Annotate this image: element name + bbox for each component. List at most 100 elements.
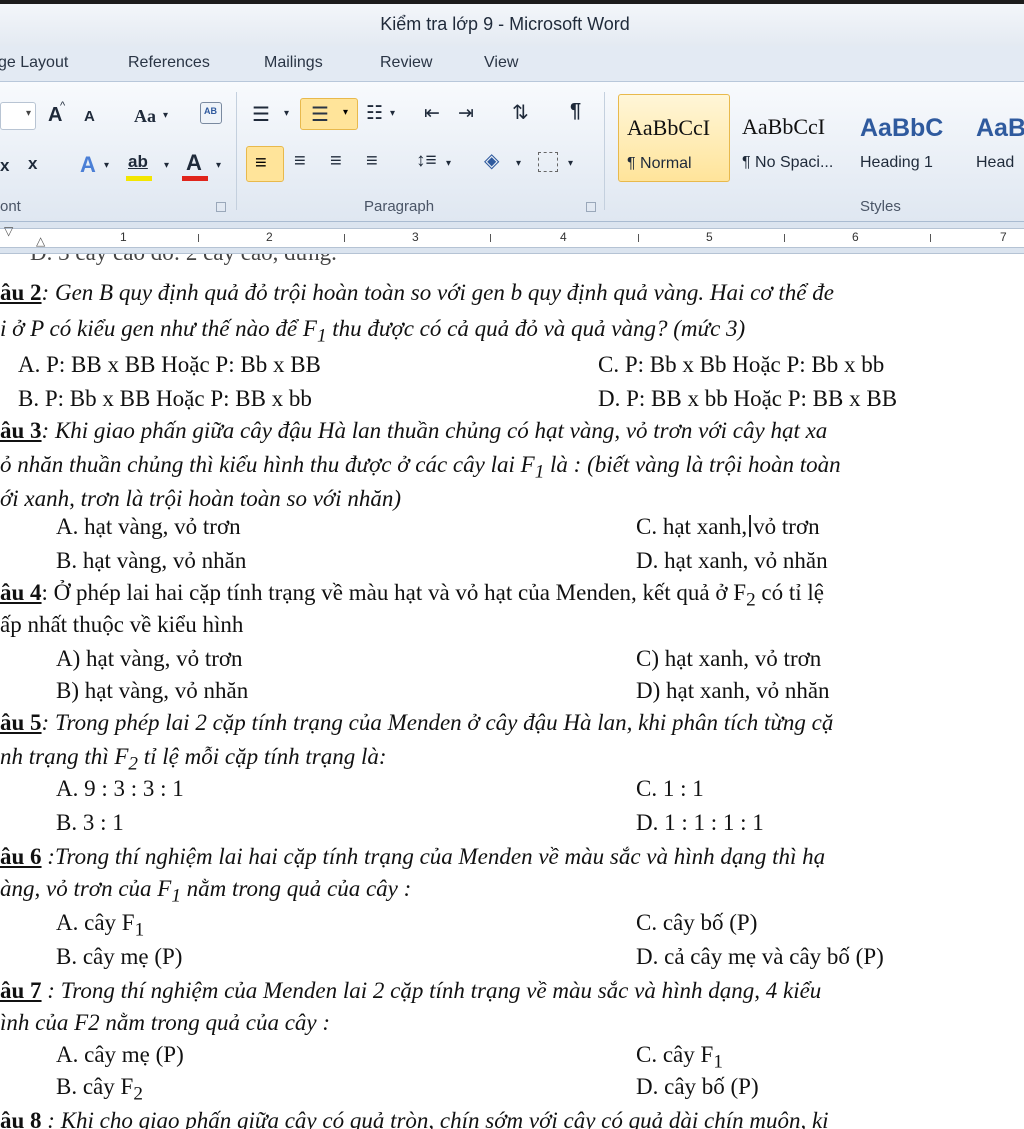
font-size-dropdown[interactable]: ▾ — [0, 102, 36, 130]
style-sample: AaBbC — [860, 114, 944, 142]
question-7-line-2: ình của F2 nằm trong quả của cây : — [0, 1010, 331, 1035]
text-effects-icon[interactable]: A — [80, 152, 96, 178]
answer-b: B. P: Bb x BB Hoặc P: BB x bb — [18, 386, 312, 411]
superscript-button[interactable]: x — [28, 154, 37, 174]
answer-c: C. hạt xanh, vỏ trơn — [636, 514, 820, 540]
question-text: nằm trong quả của cây : — [180, 876, 412, 901]
question-4-line-1: âu 4: Ở phép lai hai cặp tính trạng về m… — [0, 580, 824, 612]
tab-references[interactable]: References — [128, 54, 210, 72]
change-case-button[interactable]: Aa — [134, 106, 156, 127]
question-text: àng, vỏ trơn của F — [0, 876, 172, 901]
chevron-down-icon: ▾ — [516, 158, 522, 169]
chevron-down-icon: ▾ — [343, 107, 349, 118]
align-right-icon[interactable]: ≡ — [330, 150, 342, 173]
question-2-line-1: âu 2: Gen B quy định quả đỏ trội hoàn to… — [0, 280, 834, 306]
chevron-down-icon: ▾ — [446, 158, 452, 169]
question-label: âu 7 — [0, 978, 42, 1003]
answer-a: A. P: BB x BB Hoặc P: Bb x BB — [18, 352, 321, 377]
style-sample: AaB — [976, 114, 1024, 142]
question-5-line-2: nh trạng thì F2 tỉ lệ mỗi cặp tính trạng… — [0, 744, 387, 776]
question-text: : Trong thí nghiệm của Menden lai 2 cặp … — [41, 978, 822, 1003]
indent-marker-icon[interactable]: ▽ — [4, 224, 13, 238]
chevron-down-icon: ▾ — [284, 108, 290, 119]
bullets-icon[interactable]: ☰ — [252, 102, 270, 127]
line-spacing-icon[interactable]: ↕≡ — [416, 150, 437, 172]
question-6-line-1: âu 6 :Trong thí nghiệm lai hai cặp tính … — [0, 844, 825, 870]
answer-a: A. 9 : 3 : 3 : 1 — [56, 776, 184, 801]
tab-review[interactable]: Review — [380, 54, 432, 72]
decrease-indent-icon[interactable]: ⇤ — [424, 102, 440, 125]
shading-icon[interactable]: ◈ — [484, 148, 499, 173]
shrink-font-button[interactable]: A — [84, 108, 95, 125]
chevron-down-icon: ▾ — [568, 158, 574, 169]
answer-c: C) hạt xanh, vỏ trơn — [636, 646, 822, 671]
window-title: Kiểm tra lớp 9 - Microsoft Word — [380, 14, 630, 34]
borders-icon[interactable] — [538, 152, 558, 172]
answer-d: D. hạt xanh, vỏ nhăn — [636, 548, 828, 573]
style-heading-2[interactable]: AaB Head — [968, 94, 1024, 182]
align-center-icon[interactable]: ≡ — [294, 150, 306, 173]
style-normal[interactable]: AaBbCcI ¶ Normal — [618, 94, 730, 182]
answer-text: B. cây F — [56, 1074, 134, 1099]
question-text: là : (biết vàng là trội hoàn toàn — [544, 452, 841, 477]
horizontal-ruler[interactable]: ▽ △ 1 2 3 4 5 6 7 — [0, 222, 1024, 254]
multilevel-list-icon[interactable]: ☷ — [366, 102, 383, 125]
ruler-tick — [344, 234, 345, 242]
question-label: âu 5 — [0, 710, 42, 735]
question-text: nh trạng thì F — [0, 744, 129, 769]
chevron-down-icon: ▾ — [163, 110, 169, 121]
font-color-button[interactable]: A — [186, 150, 202, 176]
ruler-number: 5 — [706, 230, 713, 244]
style-no-spacing[interactable]: AaBbCcI ¶ No Spaci... — [734, 94, 846, 182]
left-indent-marker-icon[interactable]: △ — [36, 234, 45, 248]
increase-indent-icon[interactable]: ⇥ — [458, 102, 474, 125]
question-7-line-1: âu 7 : Trong thí nghiệm của Menden lai 2… — [0, 978, 821, 1004]
document-page[interactable]: D. 3 cây cao đỏ: 2 cây cao, dứng. âu 2: … — [0, 254, 1024, 1129]
tab-view[interactable]: View — [484, 54, 518, 72]
question-label: âu 2 — [0, 280, 42, 305]
question-text: : Trong phép lai 2 cặp tính trạng của Me… — [41, 710, 834, 735]
answer-c: C. cây F1 — [636, 1042, 723, 1074]
styles-group-label: Styles — [860, 198, 901, 215]
question-text: : Gen B quy định quả đỏ trội hoàn toàn s… — [41, 280, 834, 305]
question-text: có tỉ lệ — [755, 580, 824, 605]
answer-a: A. hạt vàng, vỏ trơn — [56, 514, 241, 539]
ruler-tick — [490, 234, 491, 242]
subscript: 1 — [171, 885, 181, 907]
align-left-button[interactable]: ≡ — [246, 146, 284, 182]
style-name: ¶ Normal — [627, 155, 692, 172]
question-text: : Khi giao phấn giữa cây đậu Hà lan thuầ… — [41, 418, 828, 443]
ruler-number: 6 — [852, 230, 859, 244]
highlight-button[interactable]: ab — [128, 152, 148, 172]
numbering-button[interactable]: ☰ ▾ — [300, 98, 358, 130]
style-name: ¶ No Spaci... — [742, 154, 834, 171]
font-color-bar — [182, 176, 208, 181]
show-paragraph-marks-icon[interactable]: ¶ — [570, 100, 581, 123]
style-heading-1[interactable]: AaBbC Heading 1 — [852, 94, 964, 182]
subscript: 1 — [534, 461, 545, 483]
chevron-down-icon: ▾ — [216, 160, 222, 171]
answer-d: D. P: BB x bb Hoặc P: BB x BB — [598, 386, 898, 411]
question-text: i ở P có kiểu gen như thế nào để F — [0, 316, 317, 341]
question-text: : Ở phép lai hai cặp tính trạng về màu h… — [41, 580, 747, 605]
sort-icon[interactable]: ⇅ — [512, 100, 529, 125]
question-text: : Khi cho giao phấn giữa cây có quả tròn… — [41, 1108, 829, 1129]
tab-mailings[interactable]: Mailings — [264, 54, 323, 72]
justify-icon[interactable]: ≡ — [366, 150, 378, 173]
answer-c: C. P: Bb x Bb Hoặc P: Bb x bb — [598, 352, 885, 377]
ruler-number: 4 — [560, 230, 567, 244]
clear-formatting-icon[interactable]: AB — [200, 102, 222, 124]
answer-text: A. cây F — [56, 910, 135, 935]
question-4-line-2: ấp nhất thuộc về kiểu hình — [0, 612, 244, 637]
chevron-down-icon: ▾ — [25, 108, 31, 119]
subscript-button[interactable]: x — [0, 156, 9, 176]
question-3-line-1: âu 3: Khi giao phấn giữa cây đậu Hà lan … — [0, 418, 827, 444]
paragraph-dialog-launcher-icon[interactable] — [586, 202, 596, 212]
answer-b: B. cây mẹ (P) — [56, 944, 183, 969]
font-dialog-launcher-icon[interactable] — [216, 202, 226, 212]
ruler-number: 2 — [266, 230, 273, 244]
answer-d: D. cây bố (P) — [636, 1074, 759, 1099]
tab-page-layout[interactable]: ge Layout — [0, 54, 68, 72]
question-2-line-2: i ở P có kiểu gen như thế nào để F1 thu … — [0, 316, 745, 348]
answer-a: A. cây mẹ (P) — [56, 1042, 184, 1067]
